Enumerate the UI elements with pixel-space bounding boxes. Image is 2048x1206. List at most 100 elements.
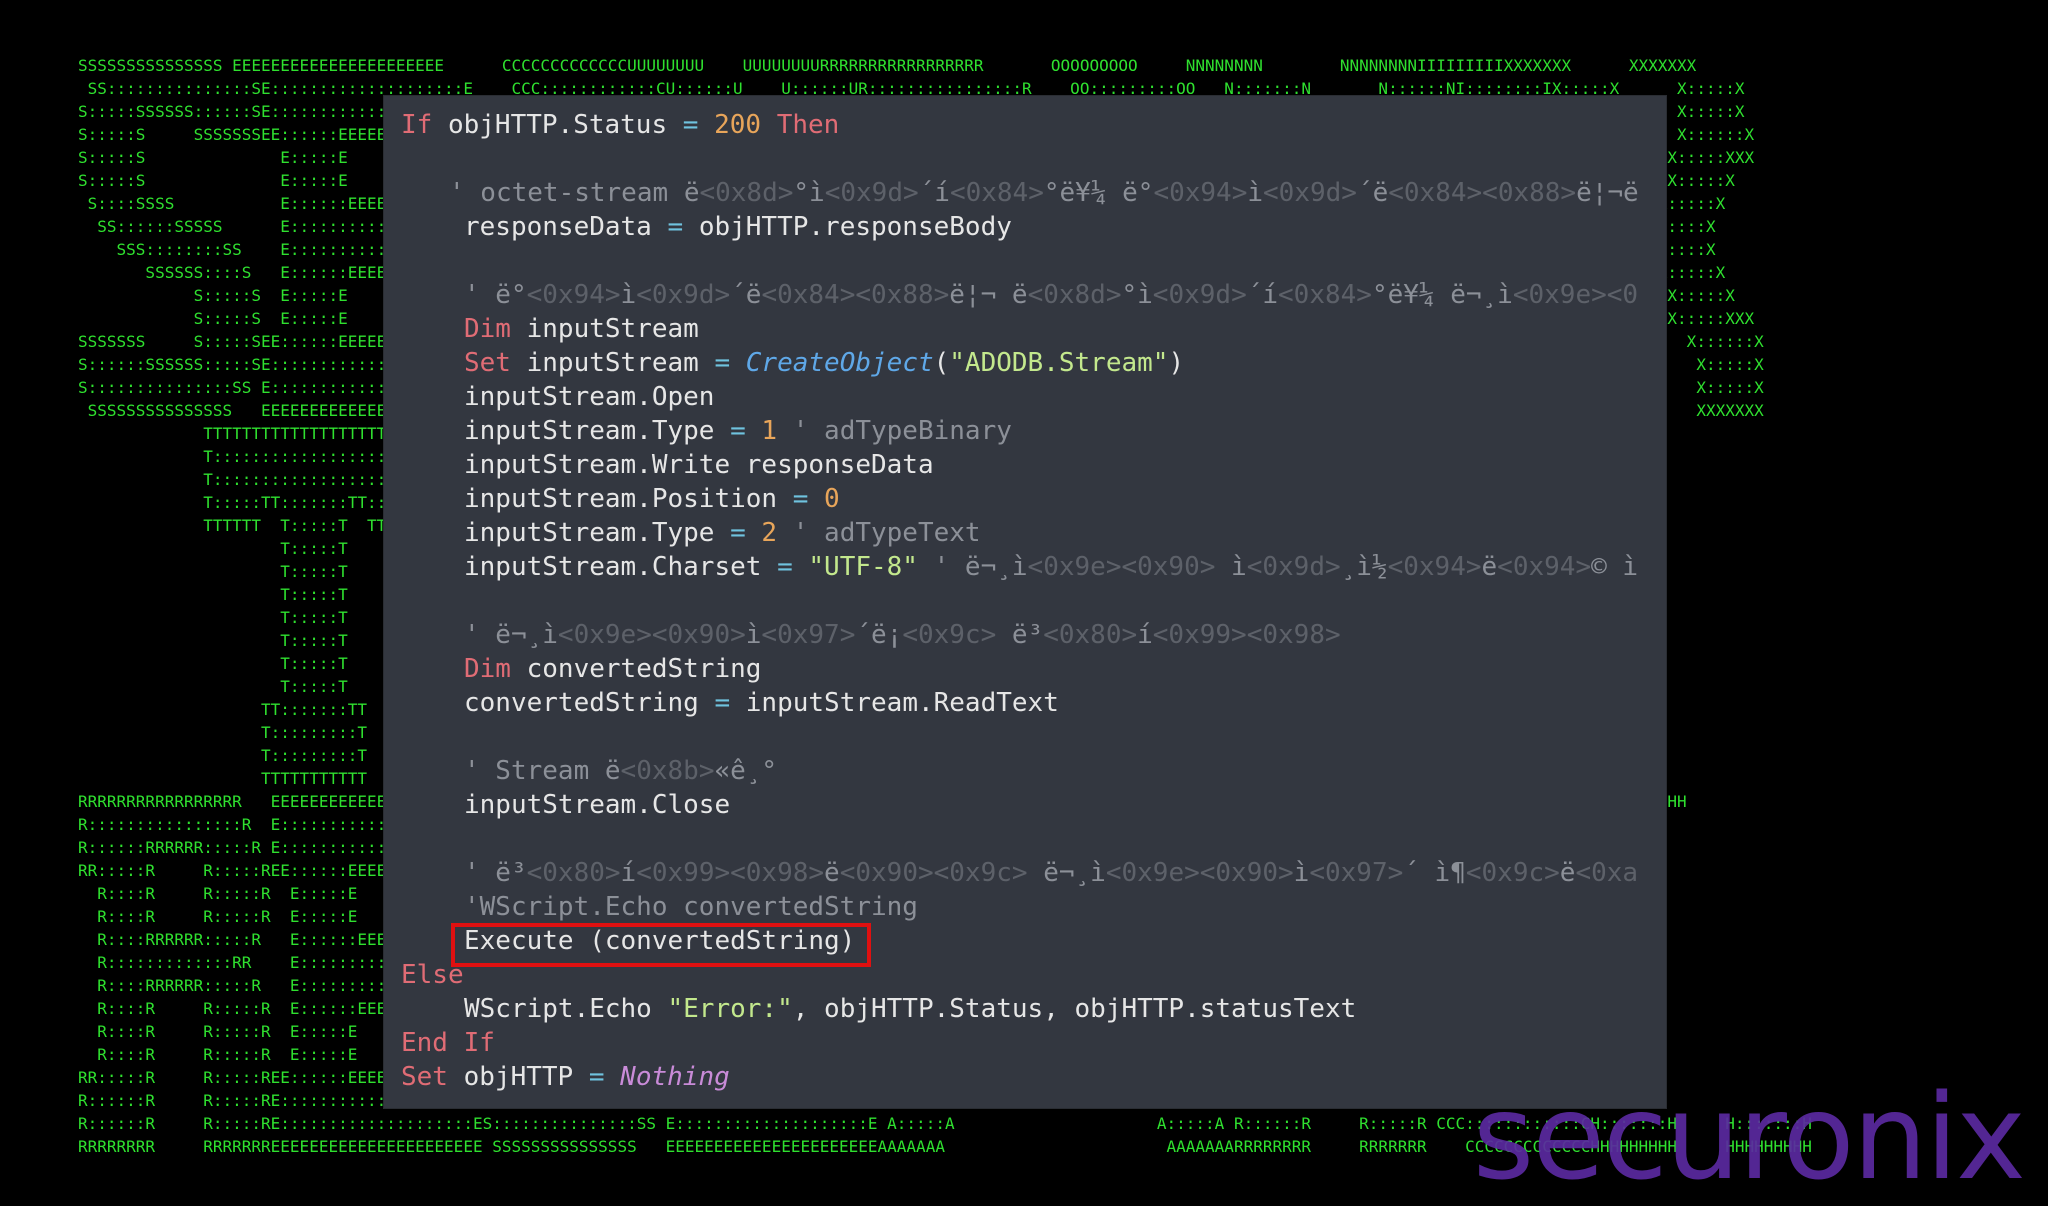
code-line-charset: inputStream.Charset = "UTF-8" ' ë¬¸ì<0x9…: [401, 550, 1666, 584]
keyword: Dim: [464, 654, 511, 684]
code-line-set-inputstream: Set inputStream = CreateObject("ADODB.St…: [401, 346, 1666, 380]
comment-text: ' ë¬¸ì: [464, 620, 558, 650]
escape-bytes: <0x9d>: [1263, 178, 1357, 208]
escape-bytes: <0x9c>: [902, 620, 997, 650]
code-line-echo-commented: 'WScript.Echo convertedString: [401, 890, 1666, 924]
identifier: inputStream: [526, 314, 699, 344]
comment-text: ë: [824, 858, 840, 888]
keyword: If: [463, 1028, 495, 1058]
identifier: inputStream.Charset: [464, 552, 762, 582]
identifier: inputStream: [526, 348, 699, 378]
escape-bytes: <0x9d>: [636, 280, 731, 310]
number-literal: 0: [824, 484, 840, 514]
comment-text: ´í: [918, 178, 950, 208]
statement: inputStream.Write responseData: [464, 450, 934, 480]
operator: =: [730, 416, 746, 446]
string-literal: "ADODB.Stream": [949, 348, 1169, 378]
comment-text: ì: [745, 620, 762, 650]
code-line-stream-close: inputStream.Close: [401, 788, 1666, 822]
comment-text: ´ë¡: [855, 620, 903, 650]
operator: =: [682, 110, 699, 140]
operator: =: [714, 348, 731, 378]
code-line-comment-close: ' Stream ë<0x8b>«ê¸°: [401, 754, 1666, 788]
comment-text: °ì: [1121, 280, 1153, 310]
number-literal: 2: [761, 518, 778, 548]
identifier: inputStream.ReadText: [745, 688, 1059, 718]
code-line-stream-open: inputStream.Open: [401, 380, 1666, 414]
code-line-comment-execute: ' ë³<0x80>í<0x99><0x98>ë<0x90><0x9c> ë¬¸…: [401, 856, 1666, 890]
identifier: , objHTTP.Status, objHTTP.statusText: [792, 994, 1357, 1024]
nothing-literal: Nothing: [620, 1062, 730, 1092]
comment-text: ë³: [996, 620, 1044, 650]
comment-text: ' ë³: [464, 858, 527, 888]
comment-text: °ë¥¼ ë°: [1043, 178, 1154, 208]
punctuation: (: [933, 348, 950, 378]
code-line-dim-converted: Dim convertedString: [401, 652, 1666, 686]
operator: =: [714, 688, 731, 718]
escape-bytes: <0x84>: [949, 178, 1044, 208]
escape-bytes: <0x99><0x98>: [636, 858, 825, 888]
comment-text: ' ë¬¸ì: [933, 552, 1028, 582]
escape-bytes: <0x94>: [526, 280, 621, 310]
comment-text: ' octet-stream: [449, 178, 684, 208]
string-literal: "UTF-8": [808, 552, 918, 582]
keyword: Set: [464, 348, 511, 378]
keyword: If: [401, 110, 433, 140]
code-line-comment-binary: ' ë°<0x94>ì<0x9d>´ë<0x84><0x88>ë¦¬ ë<0x8…: [401, 278, 1666, 312]
comment-text: ë¬¸ì: [1027, 858, 1106, 888]
operator: =: [777, 552, 793, 582]
escape-bytes: <0x9e><0x90>: [557, 620, 746, 650]
identifier: convertedString: [526, 654, 762, 684]
number-literal: 200: [714, 110, 762, 140]
comment-text: ¸ì½: [1340, 552, 1388, 582]
comment-text: ë¦¬ ë: [949, 280, 1028, 310]
comment-text: ë¦¬ë: [1576, 178, 1639, 208]
escape-bytes: <0x8d>: [1027, 280, 1122, 310]
comment-text: °ì: [793, 178, 825, 208]
operator: =: [667, 212, 684, 242]
escape-bytes: <0x9c>: [1465, 858, 1560, 888]
statement: inputStream.Close: [464, 790, 731, 820]
operator: =: [792, 484, 809, 514]
comment-text: ´ë: [1356, 178, 1389, 208]
comment-text: ´ë: [730, 280, 762, 310]
escape-bytes: <0x9e><0x90>: [1105, 858, 1294, 888]
escape-bytes: <0x84>: [1278, 280, 1372, 310]
code-line-if: If objHTTP.Status = 200 Then: [401, 108, 1666, 142]
comment-text: © ì: [1591, 552, 1639, 582]
escape-bytes: <0x9d>: [1152, 280, 1247, 310]
statement: inputStream.Open: [464, 382, 715, 412]
comment-text: ' Stream ë: [464, 756, 621, 786]
identifier: inputStream.Type: [464, 518, 715, 548]
escape-bytes: <0xa: [1575, 858, 1639, 888]
escape-bytes: <0x8b>: [620, 756, 715, 786]
escape-bytes: <0x80>: [1043, 620, 1138, 650]
keyword: Dim: [464, 314, 511, 344]
comment-text: ' adTypeBinary: [792, 416, 1012, 446]
escape-bytes: <0x9d>: [824, 178, 919, 208]
keyword: Set: [401, 1062, 448, 1092]
comment-text: ì: [1215, 552, 1247, 582]
identifier: objHTTP.Status: [447, 110, 668, 140]
comment-text: ´í: [1246, 280, 1279, 310]
code-line-error-echo: WScript.Echo "Error:", objHTTP.Status, o…: [401, 992, 1666, 1026]
code-line-response-data: responseData = objHTTP.responseBody: [401, 210, 1666, 244]
identifier: inputStream.Type: [464, 416, 715, 446]
keyword: Then: [776, 110, 840, 140]
escape-bytes: <0x84><0x88>: [1388, 178, 1577, 208]
code-line-position: inputStream.Position = 0: [401, 482, 1666, 516]
number-literal: 1: [761, 416, 778, 446]
function-name: CreateObject: [745, 348, 934, 378]
keyword: End: [401, 1028, 448, 1058]
escape-bytes: <0x94>: [1153, 178, 1248, 208]
operator: =: [730, 518, 746, 548]
escape-bytes: <0x8d>: [699, 178, 794, 208]
code-line-stream-write: inputStream.Write responseData: [401, 448, 1666, 482]
escape-bytes: <0x80>: [526, 858, 621, 888]
comment-text: 'WScript.Echo convertedString: [464, 892, 918, 922]
comment-text: ë: [1481, 552, 1498, 582]
identifier: objHTTP.responseBody: [698, 212, 1012, 242]
comment-text: í: [620, 858, 637, 888]
